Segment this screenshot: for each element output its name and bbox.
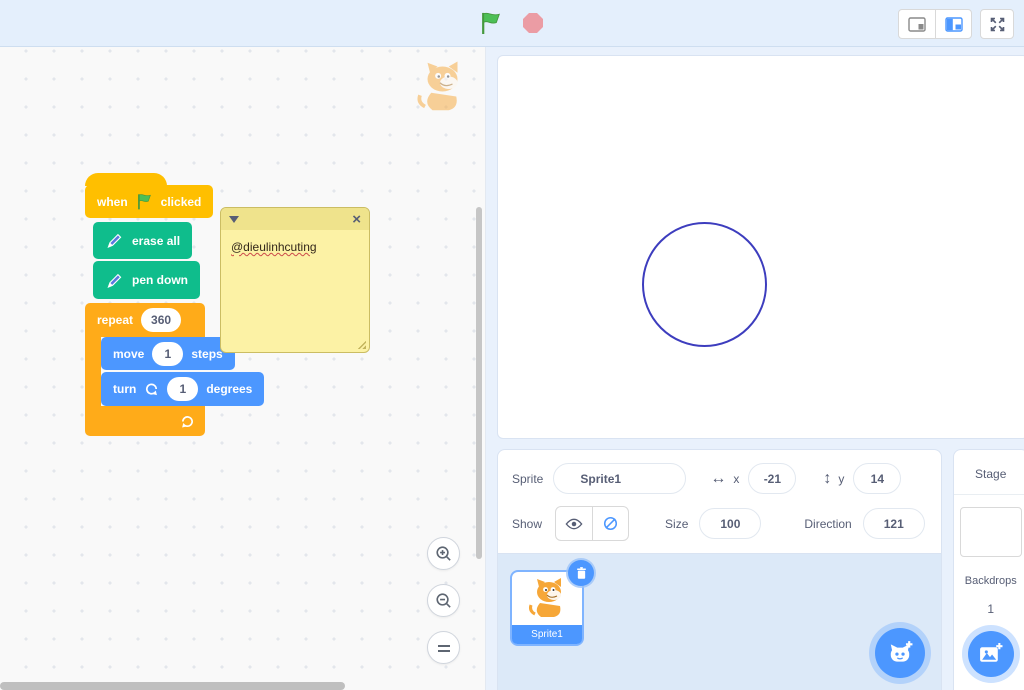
divider — [953, 494, 1024, 495]
green-flag-icon — [482, 12, 500, 34]
show-sprite-button[interactable] — [556, 507, 592, 540]
horizontal-scrollbar[interactable] — [0, 682, 345, 690]
comment-text: @dieulinhcuting — [231, 240, 317, 254]
trash-icon — [576, 567, 586, 579]
x-position-icon: ↔ — [710, 469, 727, 487]
main-area: when clicked erase all pen down repeat 3… — [0, 47, 1024, 690]
block-pen-down-label: pen down — [132, 273, 188, 287]
sprite-watermark-cat-icon — [417, 61, 458, 111]
sprite-list: Sprite1 — [498, 553, 941, 690]
y-label: y — [838, 471, 845, 486]
rotate-clockwise-icon — [146, 383, 158, 396]
fullscreen-button[interactable] — [980, 9, 1014, 39]
block-turn-label: turn — [113, 382, 137, 396]
block-erase-all-label: erase all — [132, 233, 181, 248]
stage-size-controls — [898, 9, 1014, 39]
size-input[interactable]: 100 — [699, 508, 762, 539]
move-steps-input[interactable]: 1 — [152, 341, 184, 366]
pen-icon — [107, 273, 122, 288]
eye-slash-icon — [603, 516, 618, 531]
comment-body[interactable]: @dieulinhcuting — [221, 230, 369, 264]
pen-drawn-circle — [642, 222, 767, 347]
stop-button[interactable] — [520, 10, 546, 36]
sprite-tile-name: Sprite1 — [512, 625, 582, 644]
stop-icon — [523, 13, 543, 33]
zoom-out-button[interactable] — [427, 584, 460, 617]
y-position-input[interactable]: 14 — [853, 463, 902, 494]
stage — [497, 55, 1024, 439]
hide-sprite-button[interactable] — [592, 507, 628, 540]
zoom-out-icon — [436, 593, 451, 608]
block-turn-degrees[interactable]: turn 1 degrees — [101, 372, 265, 406]
x-position-input[interactable]: -21 — [748, 463, 797, 494]
add-backdrop-button[interactable] — [967, 631, 1014, 677]
block-when-suffix: clicked — [160, 194, 202, 209]
block-pen-down[interactable]: pen down — [93, 261, 200, 299]
stage-panel-title: Stage — [975, 467, 1007, 481]
comment-close-icon[interactable]: × — [352, 212, 361, 227]
zoom-in-icon — [436, 546, 451, 561]
stage-size-toggle-group — [898, 9, 972, 39]
vertical-scrollbar[interactable] — [476, 207, 482, 559]
small-stage-button[interactable] — [899, 10, 935, 38]
sprite-info-row-1: Sprite Sprite1 ↔ x -21 ↕ y 14 — [512, 463, 925, 494]
zoom-in-button[interactable] — [427, 537, 460, 570]
sprite-info-row-2: Show Size 100 Direction 121 — [512, 506, 925, 541]
block-erase-all[interactable]: erase all — [93, 222, 193, 259]
eye-icon — [565, 518, 583, 529]
sprite-name-input[interactable]: Sprite1 — [553, 463, 687, 494]
y-position-icon: ↕ — [823, 469, 832, 487]
backdrops-count: 1 — [987, 602, 995, 616]
sprite-info: Sprite Sprite1 ↔ x -21 ↕ y 14 Show Size … — [498, 450, 941, 553]
comment-collapse-icon[interactable] — [229, 215, 239, 223]
show-label: Show — [512, 516, 543, 531]
block-repeat[interactable]: repeat 360 — [85, 303, 205, 337]
large-stage-icon — [944, 16, 963, 32]
zoom-reset-icon — [437, 644, 450, 652]
block-turn-suffix: degrees — [206, 382, 253, 396]
direction-label: Direction — [804, 516, 852, 531]
backdrops-label: Backdrops — [964, 575, 1017, 587]
delete-sprite-button[interactable] — [568, 560, 594, 586]
script-comment[interactable]: × @dieulinhcuting — [220, 207, 370, 353]
bottom-row: Sprite Sprite1 ↔ x -21 ↕ y 14 Show Size … — [497, 449, 1024, 690]
scratch-editor: when clicked erase all pen down repeat 3… — [0, 0, 1024, 690]
stage-and-sprite-area: Sprite Sprite1 ↔ x -21 ↕ y 14 Show Size … — [486, 47, 1024, 690]
backdrop-thumbnail[interactable] — [959, 507, 1022, 557]
block-when-prefix: when — [97, 194, 128, 209]
small-stage-icon — [908, 16, 926, 32]
block-when-flag-clicked[interactable]: when clicked — [85, 173, 214, 218]
block-move-suffix: steps — [191, 346, 223, 361]
green-flag-icon — [137, 194, 151, 210]
block-repeat-label: repeat — [97, 313, 134, 327]
add-backdrop-icon — [980, 642, 1003, 662]
code-workspace[interactable]: when clicked erase all pen down repeat 3… — [0, 47, 486, 690]
sprite-tile-sprite1[interactable]: Sprite1 — [510, 560, 594, 646]
comment-resize-handle[interactable] — [357, 340, 366, 349]
turn-degrees-input[interactable]: 1 — [167, 377, 199, 401]
zoom-reset-button[interactable] — [427, 631, 460, 664]
size-label: Size — [665, 516, 689, 531]
add-sprite-button[interactable] — [874, 628, 925, 678]
direction-input[interactable]: 121 — [862, 508, 925, 539]
x-label: x — [733, 471, 740, 486]
sprite-panel: Sprite Sprite1 ↔ x -21 ↕ y 14 Show Size … — [497, 449, 942, 690]
block-repeat-footer[interactable] — [85, 406, 205, 436]
stage-selector-panel[interactable]: Stage Backdrops 1 — [952, 449, 1024, 690]
fullscreen-icon — [990, 17, 1004, 31]
large-stage-button[interactable] — [935, 10, 971, 38]
block-repeat-arm[interactable] — [85, 337, 101, 406]
sprite-thumbnail-cat — [529, 578, 561, 617]
comment-header: × — [221, 208, 369, 230]
block-move-label: move — [113, 346, 145, 361]
topbar — [0, 0, 1024, 47]
green-flag-button[interactable] — [478, 10, 504, 36]
block-move-steps[interactable]: move 1 steps — [101, 337, 235, 370]
repeat-count-input[interactable]: 360 — [141, 308, 182, 332]
visibility-toggle-group — [555, 506, 630, 541]
sprite-label: Sprite — [512, 471, 544, 486]
pen-icon — [107, 233, 122, 248]
loop-arrow-icon — [182, 415, 193, 428]
add-sprite-cat-icon — [890, 641, 913, 662]
